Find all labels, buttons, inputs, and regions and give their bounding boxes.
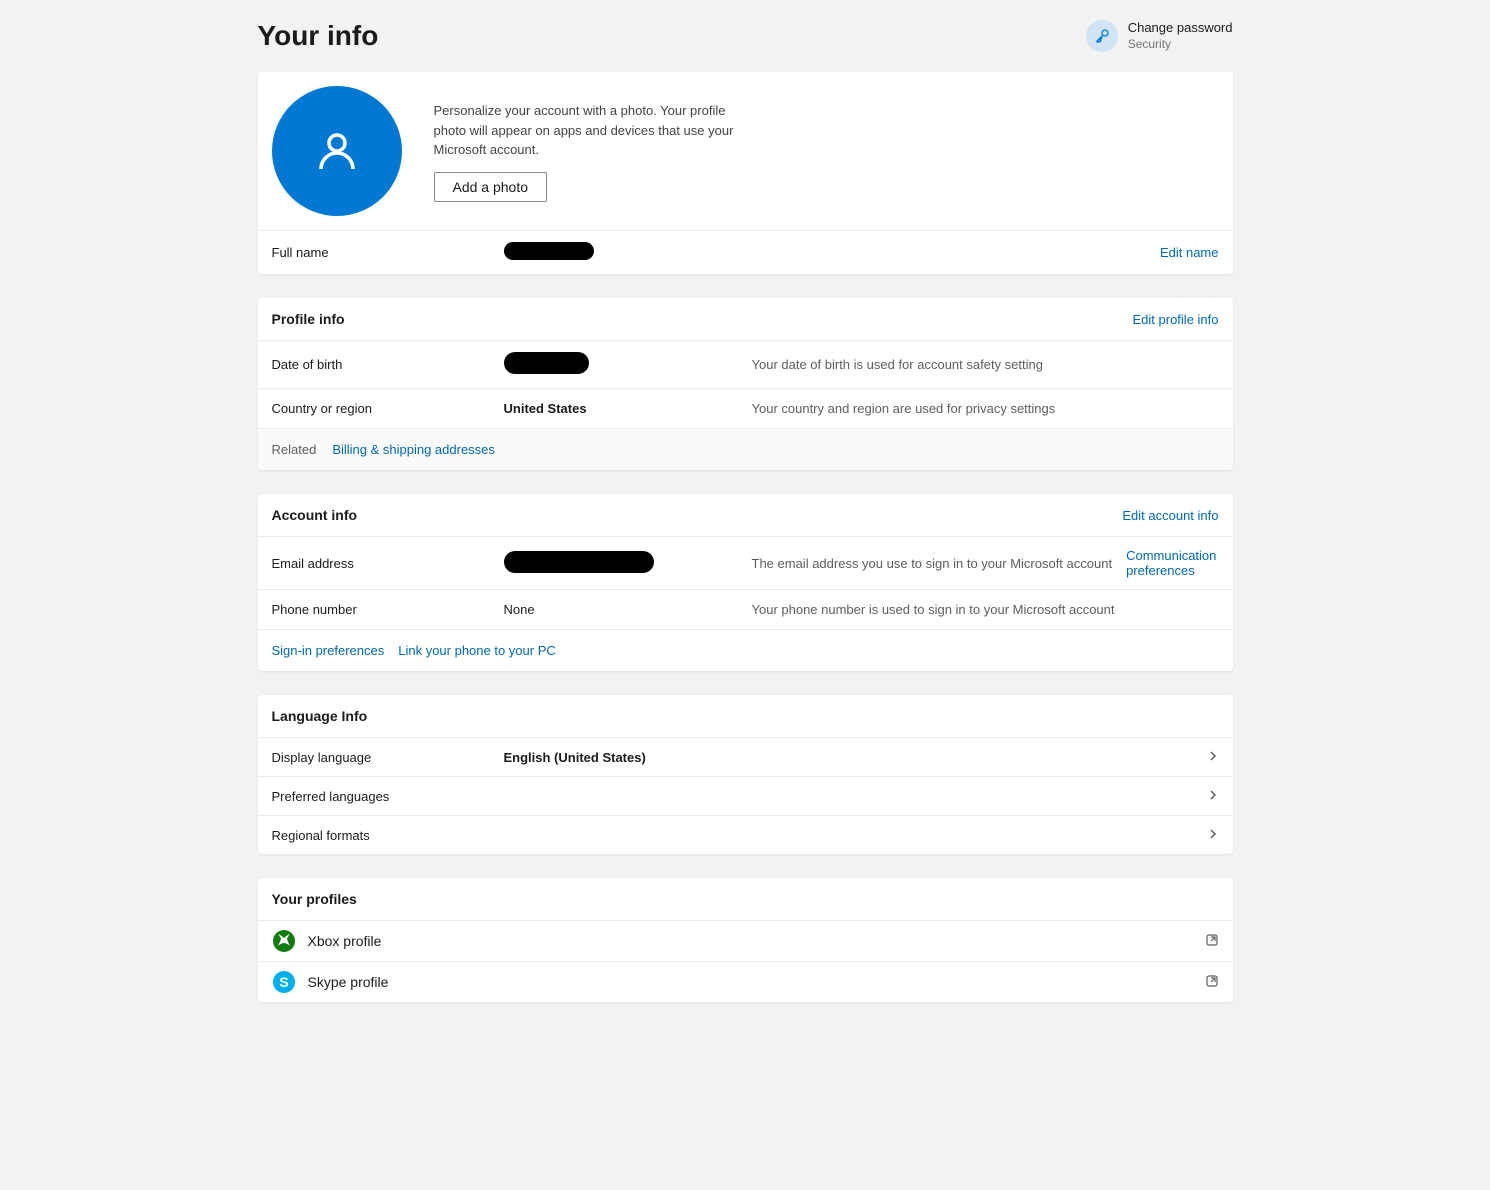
language-info-title: Language Info	[272, 708, 368, 724]
profile-info-title: Profile info	[272, 311, 345, 327]
preferred-languages-row[interactable]: Preferred languages	[258, 776, 1233, 815]
regional-formats-label: Regional formats	[272, 828, 504, 843]
fullname-value	[504, 242, 752, 263]
phone-desc: Your phone number is used to sign in to …	[752, 602, 1219, 617]
dob-desc: Your date of birth is used for account s…	[752, 357, 1219, 372]
display-language-label: Display language	[272, 750, 504, 765]
xbox-icon	[272, 929, 296, 953]
profile-info-card: Profile info Edit profile info Date of b…	[258, 298, 1233, 470]
change-password-title: Change password	[1128, 20, 1233, 37]
chevron-right-icon	[1207, 827, 1219, 843]
key-icon	[1086, 20, 1118, 52]
edit-name-link[interactable]: Edit name	[1160, 245, 1219, 260]
svg-text:S: S	[279, 974, 288, 990]
external-link-icon	[1205, 974, 1219, 991]
edit-profile-info-link[interactable]: Edit profile info	[1133, 312, 1219, 327]
country-value: United States	[504, 401, 752, 416]
dob-value	[504, 352, 752, 377]
photo-card: Personalize your account with a photo. Y…	[258, 72, 1233, 274]
country-desc: Your country and region are used for pri…	[752, 401, 1219, 416]
chevron-right-icon	[1207, 749, 1219, 765]
external-link-icon	[1205, 933, 1219, 950]
add-photo-button[interactable]: Add a photo	[434, 172, 548, 202]
language-info-card: Language Info Display language English (…	[258, 695, 1233, 854]
profiles-card: Your profiles Xbox profile S	[258, 878, 1233, 1002]
phone-value: None	[504, 602, 752, 617]
billing-shipping-link[interactable]: Billing & shipping addresses	[332, 442, 495, 457]
account-info-card: Account info Edit account info Email add…	[258, 494, 1233, 671]
skype-profile-row[interactable]: S Skype profile	[258, 961, 1233, 1002]
profiles-title: Your profiles	[272, 891, 357, 907]
email-label: Email address	[272, 556, 504, 571]
page-title: Your info	[258, 20, 379, 52]
edit-account-info-link[interactable]: Edit account info	[1122, 508, 1218, 523]
display-language-row[interactable]: Display language English (United States)	[258, 737, 1233, 776]
phone-label: Phone number	[272, 602, 504, 617]
chevron-right-icon	[1207, 788, 1219, 804]
preferred-languages-label: Preferred languages	[272, 789, 504, 804]
photo-description: Personalize your account with a photo. Y…	[434, 101, 734, 160]
avatar	[272, 86, 402, 216]
xbox-profile-name: Xbox profile	[308, 933, 382, 949]
fullname-label: Full name	[272, 245, 504, 260]
country-label: Country or region	[272, 401, 504, 416]
email-desc: The email address you use to sign in to …	[752, 556, 1113, 571]
xbox-profile-row[interactable]: Xbox profile	[258, 920, 1233, 961]
skype-icon: S	[272, 970, 296, 994]
change-password-link[interactable]: Change password Security	[1086, 20, 1233, 52]
display-language-value: English (United States)	[504, 750, 752, 765]
email-value	[504, 551, 752, 576]
signin-preferences-link[interactable]: Sign-in preferences	[272, 643, 385, 658]
regional-formats-row[interactable]: Regional formats	[258, 815, 1233, 854]
dob-label: Date of birth	[272, 357, 504, 372]
related-label: Related	[272, 442, 317, 457]
account-info-title: Account info	[272, 507, 358, 523]
link-phone-link[interactable]: Link your phone to your PC	[398, 643, 556, 658]
skype-profile-name: Skype profile	[308, 974, 389, 990]
communication-preferences-link[interactable]: Communication preferences	[1126, 548, 1218, 578]
change-password-subtitle: Security	[1128, 37, 1233, 53]
